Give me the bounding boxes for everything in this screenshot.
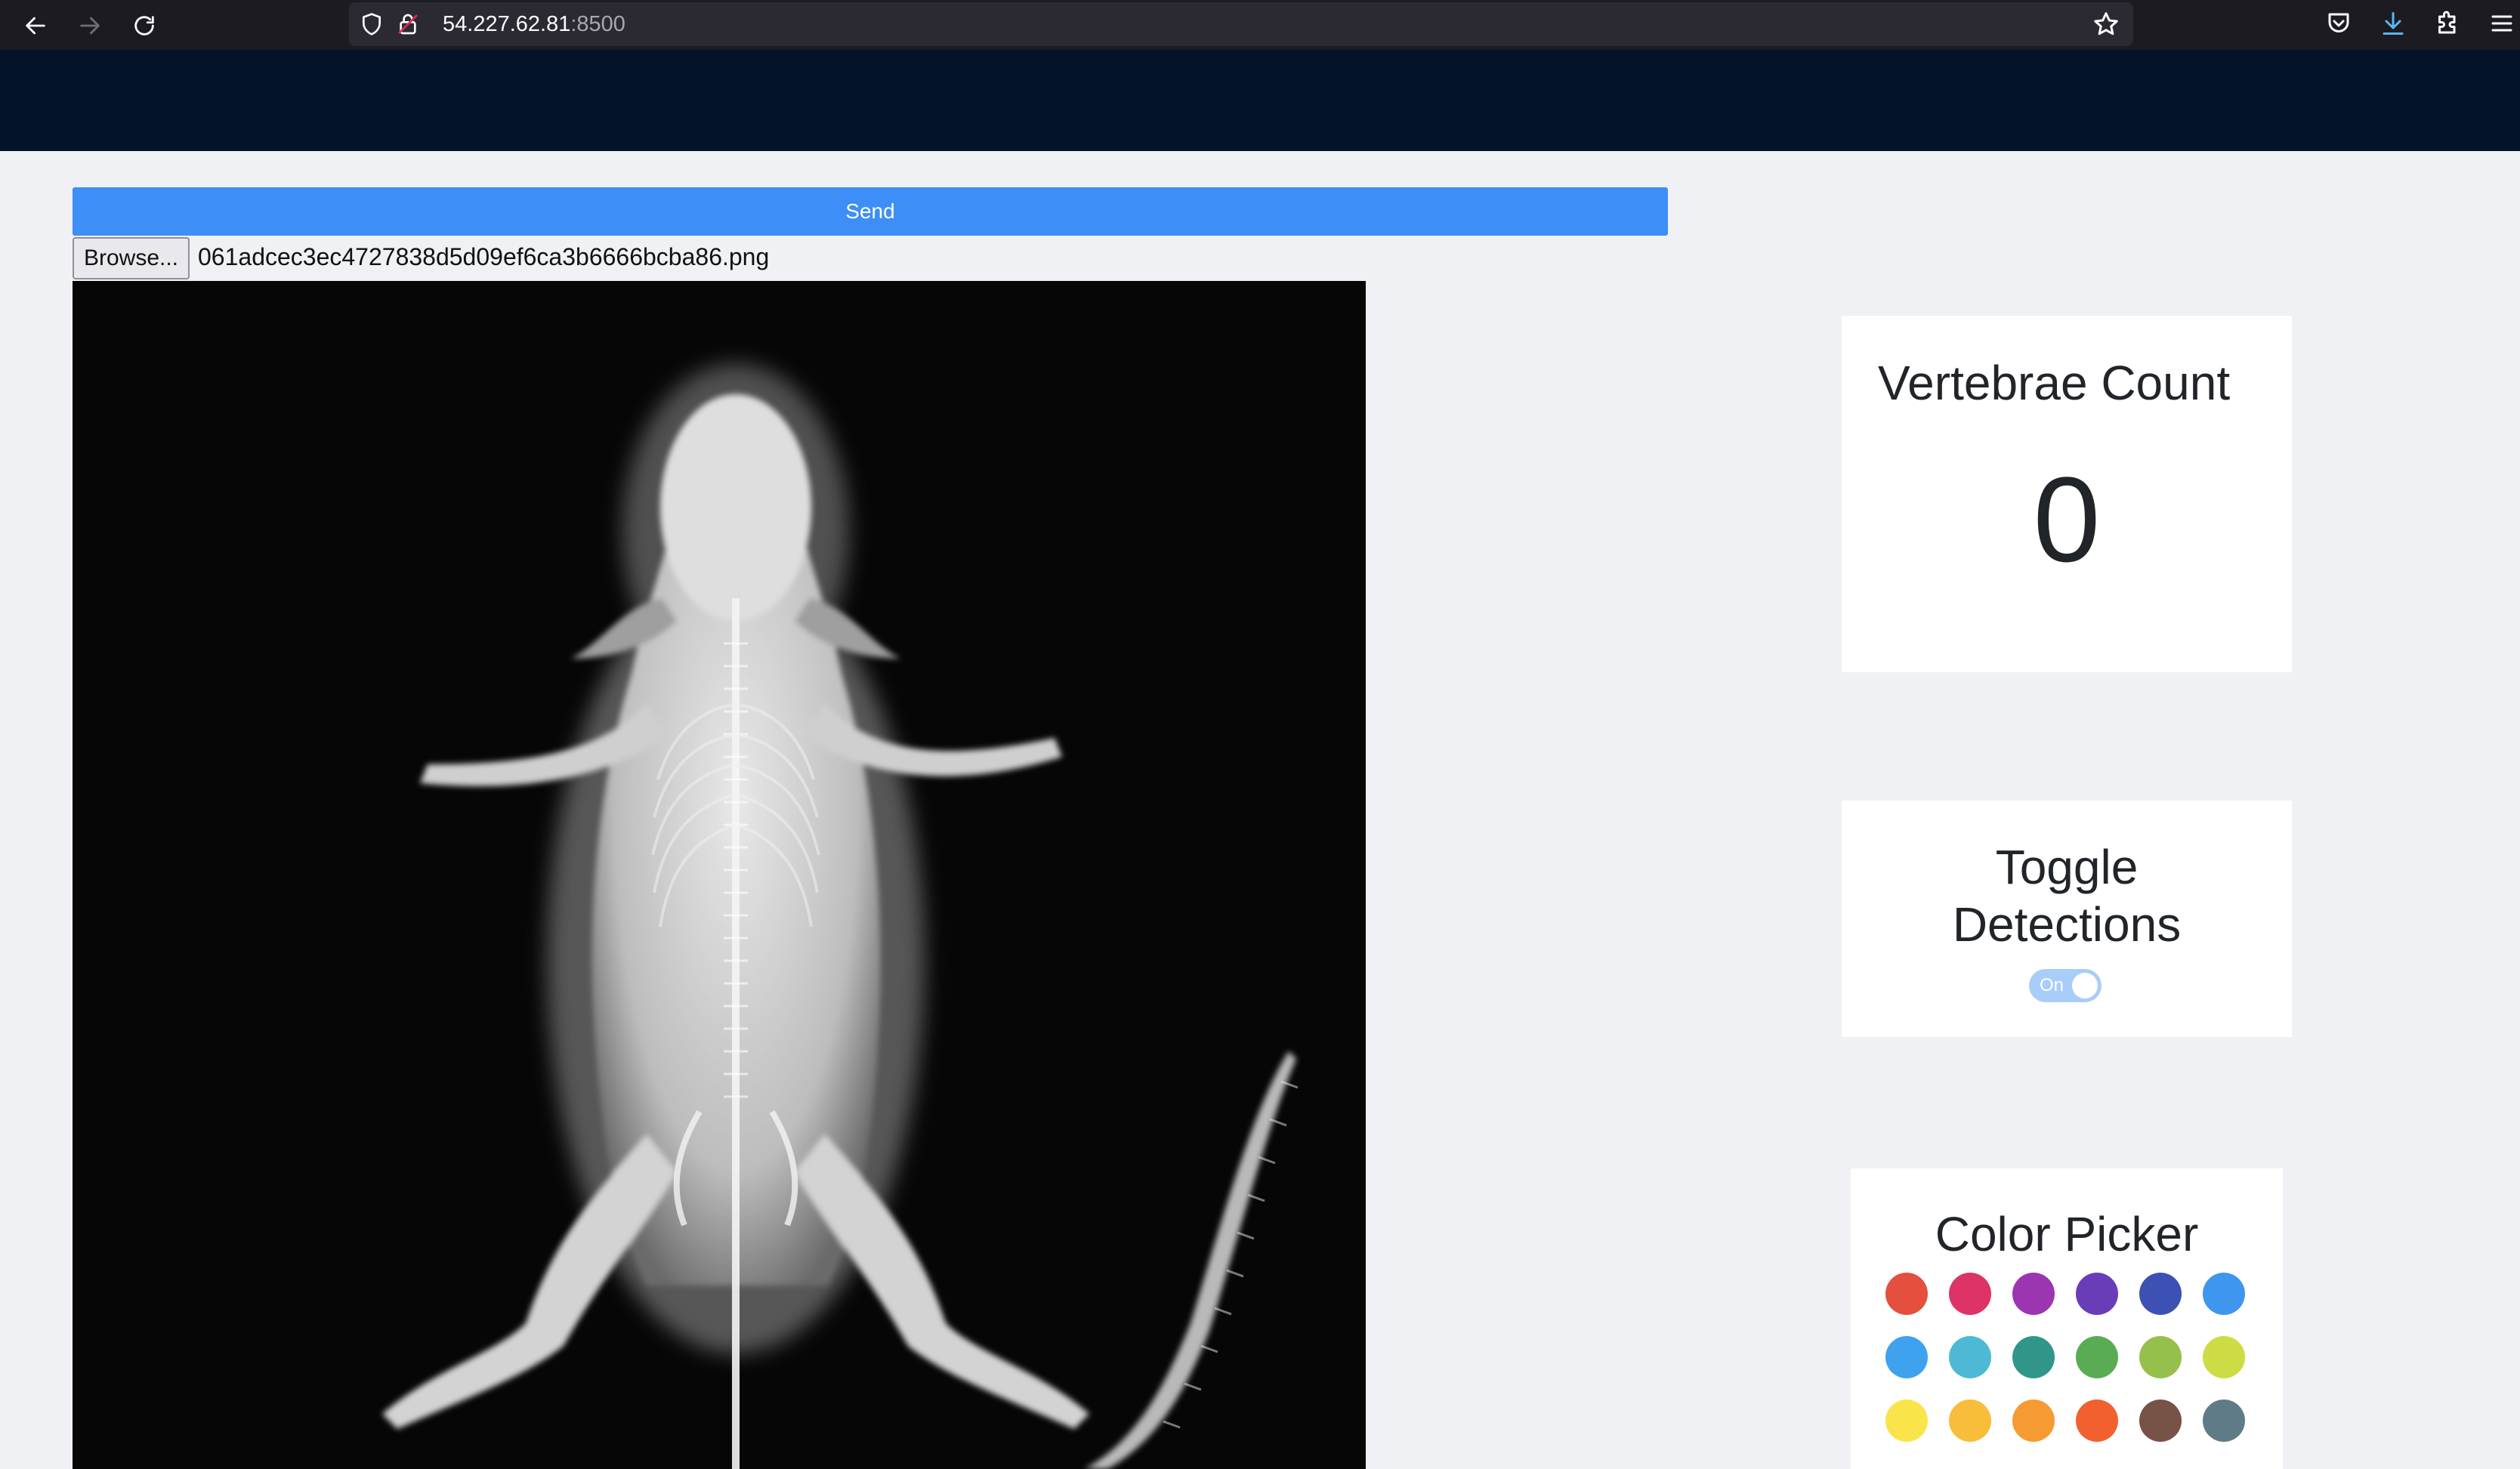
shield-icon[interactable] bbox=[360, 12, 384, 36]
switch-knob bbox=[2072, 973, 2098, 998]
download-icon[interactable] bbox=[2379, 10, 2407, 37]
send-button[interactable]: Send bbox=[73, 187, 1668, 236]
detections-toggle-switch[interactable]: On bbox=[2029, 969, 2102, 1002]
color-swatch[interactable] bbox=[2012, 1273, 2055, 1315]
url-text[interactable]: 54.227.62.81:8500 bbox=[443, 11, 625, 37]
color-swatch[interactable] bbox=[2203, 1400, 2245, 1442]
address-bar[interactable]: 54.227.62.81:8500 bbox=[349, 2, 2133, 46]
color-swatch[interactable] bbox=[2012, 1336, 2055, 1378]
color-swatch[interactable] bbox=[2203, 1273, 2245, 1315]
extensions-icon[interactable] bbox=[2434, 10, 2461, 37]
color-swatch[interactable] bbox=[2076, 1400, 2118, 1442]
star-icon[interactable] bbox=[2092, 11, 2120, 38]
color-swatch[interactable] bbox=[2139, 1400, 2182, 1442]
switch-label: On bbox=[2040, 975, 2064, 995]
toggle-title-line2: Detections bbox=[1952, 897, 2182, 952]
menu-icon[interactable] bbox=[2488, 10, 2515, 37]
forward-button[interactable] bbox=[71, 7, 109, 45]
pocket-icon[interactable] bbox=[2325, 10, 2352, 37]
url-host: 54.227.62.81 bbox=[443, 12, 571, 36]
color-swatch[interactable] bbox=[2012, 1400, 2055, 1442]
vertebrae-count-card: Vertebrae Count 0 bbox=[1842, 316, 2292, 672]
browser-toolbar: 54.227.62.81:8500 bbox=[0, 0, 2520, 50]
color-swatch[interactable] bbox=[1949, 1400, 1991, 1442]
color-swatch[interactable] bbox=[1949, 1336, 1991, 1378]
color-picker-title: Color Picker bbox=[1935, 1207, 2199, 1261]
color-swatch[interactable] bbox=[2139, 1273, 2182, 1315]
color-swatch[interactable] bbox=[2076, 1336, 2118, 1378]
app-header bbox=[0, 50, 2520, 151]
color-swatch[interactable] bbox=[1885, 1400, 1928, 1442]
color-swatch[interactable] bbox=[1885, 1336, 1928, 1378]
back-arrow-icon bbox=[26, 17, 45, 35]
toggle-title-line1: Toggle bbox=[1995, 840, 2139, 894]
vertebrae-count-title: Vertebrae Count bbox=[1878, 356, 2231, 410]
color-swatch[interactable] bbox=[2203, 1336, 2245, 1378]
vertebrae-count-value: 0 bbox=[2033, 452, 2101, 587]
color-swatch[interactable] bbox=[2076, 1273, 2118, 1315]
color-swatch[interactable] bbox=[2139, 1336, 2182, 1378]
xray-image bbox=[73, 281, 1366, 1469]
lock-icon[interactable] bbox=[396, 12, 420, 36]
color-swatch[interactable] bbox=[1885, 1273, 1928, 1315]
selected-file-name: 061adcec3ec4727838d5d09ef6ca3b6666bcba86… bbox=[198, 243, 770, 270]
back-button[interactable] bbox=[17, 7, 54, 45]
reload-button[interactable] bbox=[125, 7, 163, 45]
reload-icon bbox=[134, 16, 154, 35]
color-swatch[interactable] bbox=[1949, 1273, 1991, 1315]
color-picker-card: Color Picker bbox=[1851, 1168, 2283, 1469]
browse-button[interactable]: Browse... bbox=[73, 237, 190, 279]
url-port: :8500 bbox=[570, 12, 625, 36]
forward-arrow-icon bbox=[80, 17, 100, 35]
toggle-detections-title: Toggle Detections bbox=[1842, 838, 2292, 953]
